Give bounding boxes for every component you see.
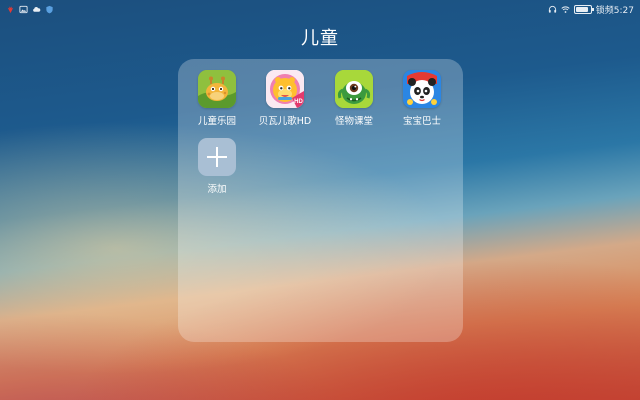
status-clock: 锁频5:27 <box>595 5 634 16</box>
folder-panel: 儿童乐园 HD 贝瓦儿歌HD 怪物课堂 宝宝巴士 添加 <box>178 59 463 342</box>
app-label: 儿童乐园 <box>197 116 236 127</box>
beva-songs-hd-icon: HD <box>266 70 304 108</box>
headset-icon <box>548 5 556 13</box>
add-app-button[interactable]: 添加 <box>186 138 248 195</box>
gallery-notification-icon <box>19 5 28 13</box>
huawei-logo-icon <box>7 5 14 13</box>
wifi-icon <box>561 5 570 13</box>
add-label: 添加 <box>207 184 227 195</box>
app-label: 宝宝巴士 <box>402 116 441 127</box>
app-beva-songs-hd[interactable]: HD 贝瓦儿歌HD <box>254 70 316 127</box>
status-bar-notifications <box>6 5 54 14</box>
cloud-icon <box>33 6 41 12</box>
status-bar: 锁频5:27 <box>0 0 640 18</box>
shield-icon <box>46 5 53 13</box>
plus-icon <box>198 138 236 176</box>
monster-class-icon <box>335 70 373 108</box>
battery-level <box>575 6 588 12</box>
kids-paradise-giraffe-icon <box>198 70 236 108</box>
app-babybus[interactable]: 宝宝巴士 <box>391 70 453 127</box>
app-kids-paradise[interactable]: 儿童乐园 <box>186 70 248 127</box>
babybus-panda-icon <box>403 70 441 108</box>
app-label: 贝瓦儿歌HD <box>258 116 312 127</box>
app-label: 怪物课堂 <box>334 116 373 127</box>
svg-text:HD: HD <box>294 99 303 105</box>
app-monster-class[interactable]: 怪物课堂 <box>323 70 385 127</box>
status-bar-system: 锁频5:27 <box>548 3 634 16</box>
folder-title[interactable]: 儿童 <box>0 24 640 50</box>
battery-icon <box>573 4 594 14</box>
